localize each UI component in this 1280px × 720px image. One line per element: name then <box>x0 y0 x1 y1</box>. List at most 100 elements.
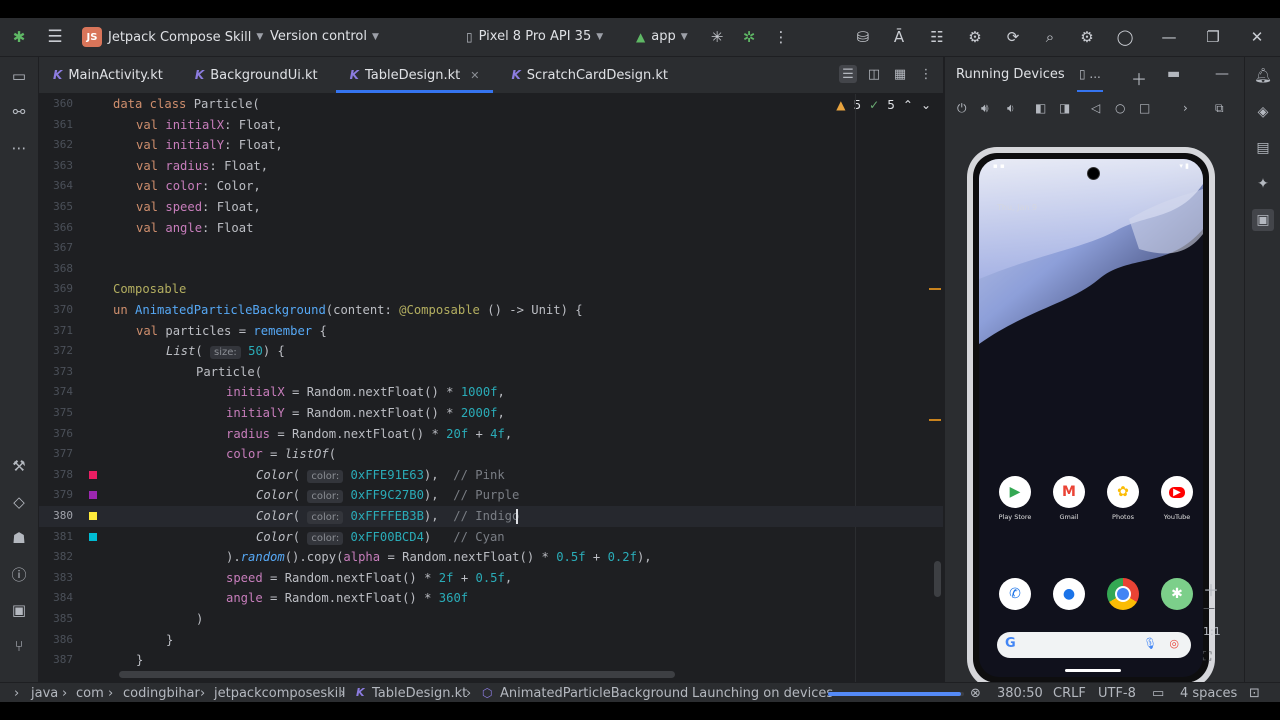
volume-down-icon[interactable]: 🔉︎ <box>1007 101 1015 116</box>
app-youtube[interactable]: ▶ YouTube <box>1155 476 1199 521</box>
structure-icon[interactable]: ⚯ <box>8 101 30 123</box>
cancel-task-icon[interactable]: ⊗ <box>970 686 981 701</box>
project-selector[interactable]: JS Jetpack Compose Skill ▼ <box>82 27 263 47</box>
app-messages[interactable]: ● <box>1047 578 1091 610</box>
settings-icon[interactable]: ⚙ <box>1076 26 1098 48</box>
lock-icon[interactable]: ⊡ <box>1249 686 1260 701</box>
main-menu-icon[interactable]: ☰ <box>44 26 66 48</box>
device-explorer-icon[interactable]: ▤ <box>1252 137 1274 159</box>
plugins-icon[interactable]: ⚙ <box>964 26 986 48</box>
design-view-icon[interactable]: ▦ <box>891 65 909 83</box>
tab-menu-icon[interactable]: ⋮ <box>917 65 935 83</box>
app-chrome[interactable] <box>1101 578 1145 610</box>
file-encoding[interactable]: UTF-8 <box>1098 686 1136 701</box>
zoom-fit-icon[interactable]: ⛶ <box>1203 649 1211 664</box>
microphone-icon[interactable]: 🎙︎ <box>1143 637 1157 650</box>
breadcrumb-item[interactable]: TableDesign.kt <box>372 686 467 701</box>
sync-icon[interactable]: ⟳ <box>1002 26 1024 48</box>
translate-icon[interactable]: Ā <box>888 26 910 48</box>
overview-icon[interactable]: □ <box>1139 101 1150 115</box>
vcs-selector[interactable]: Version control ▼ <box>270 29 379 44</box>
zoom-in-icon[interactable]: ＋ <box>1203 577 1219 601</box>
git-icon[interactable]: ⑂ <box>8 635 30 657</box>
wallpaper <box>979 159 1203 419</box>
color-swatch[interactable] <box>89 512 97 520</box>
panel-title: Running Devices <box>956 67 1065 82</box>
app-photos[interactable]: ✿ Photos <box>1101 476 1145 521</box>
more-tools-icon[interactable]: ⋯ <box>8 137 30 159</box>
screenshot-icon[interactable]: ⧉ <box>1215 101 1224 116</box>
more-chevron-icon[interactable]: › <box>1183 101 1188 115</box>
build-icon[interactable]: ⚒ <box>8 455 30 477</box>
breadcrumb-item[interactable]: AnimatedParticleBackground <box>500 686 688 701</box>
close-tab-icon[interactable]: ✕ <box>470 69 479 82</box>
device-screen[interactable]: ▪ ▪ ▾ ▮ Thu, Jan 9 ▶ Play Store M Gmail … <box>979 159 1203 677</box>
tab-scratchcarddesign[interactable]: K ScratchCardDesign.kt <box>497 57 682 93</box>
notifications-icon[interactable]: 🔔︎ <box>1252 65 1274 87</box>
debug-icon[interactable]: ✲ <box>738 26 760 48</box>
code-view-icon[interactable]: ☰ <box>839 65 857 83</box>
power-icon[interactable]: ⏻ <box>957 101 967 116</box>
breadcrumb-item[interactable]: jetpackcomposeskill <box>214 686 345 701</box>
caret-position[interactable]: 380:50 <box>997 686 1043 701</box>
logcat-icon[interactable]: ☗ <box>8 527 30 549</box>
home-icon[interactable]: ○ <box>1115 101 1125 115</box>
vertical-scrollbar[interactable] <box>934 561 941 597</box>
zoom-out-icon[interactable]: — <box>1203 601 1215 615</box>
app-play-store[interactable]: ▶ Play Store <box>993 476 1037 521</box>
indent-setting[interactable]: 4 spaces <box>1180 686 1237 701</box>
tab-label: BackgroundUi.kt <box>210 67 318 83</box>
add-device-icon[interactable]: ＋ <box>1131 66 1147 90</box>
restore-icon[interactable]: ❐ <box>1202 26 1224 48</box>
lens-icon[interactable]: ◎ <box>1169 637 1179 650</box>
readonly-toggle-icon[interactable]: ▭ <box>1152 686 1164 701</box>
breadcrumb-chevron: › <box>108 686 114 701</box>
color-swatch[interactable] <box>89 470 97 479</box>
horizontal-scrollbar[interactable] <box>119 671 675 678</box>
app-phone[interactable]: ✆ <box>993 578 1037 610</box>
run-config-selector[interactable]: ▲ app ▼ <box>636 29 688 44</box>
split-view-icon[interactable]: ◫ <box>865 65 883 83</box>
running-devices-icon[interactable]: ▣ <box>1252 209 1274 231</box>
color-swatch[interactable] <box>89 532 97 541</box>
app-gmail[interactable]: M Gmail <box>1047 476 1091 521</box>
rotate-left-icon[interactable]: ◧ <box>1035 101 1046 115</box>
color-swatch[interactable] <box>89 491 97 500</box>
layout-icon[interactable]: ▬ <box>1167 66 1180 82</box>
zoom-actual-size[interactable]: 1:1 <box>1203 625 1221 638</box>
tab-mainactivity[interactable]: K MainActivity.kt <box>39 57 177 93</box>
background-task-label[interactable]: Launching on devices <box>692 686 833 701</box>
project-folder-icon[interactable]: ▭ <box>8 65 30 87</box>
date-widget[interactable]: Thu, Jan 9 <box>997 203 1037 212</box>
search-icon[interactable]: ⌕ <box>1039 26 1061 48</box>
tab-backgroundui[interactable]: K BackgroundUi.kt <box>181 57 332 93</box>
gradle-icon[interactable]: ◈ <box>1252 101 1274 123</box>
rotate-right-icon[interactable]: ◨ <box>1059 101 1070 115</box>
close-icon[interactable]: ✕ <box>1246 26 1268 48</box>
terminal-icon[interactable]: ▣ <box>8 599 30 621</box>
gemini-icon[interactable]: ✦ <box>1252 173 1274 195</box>
app-android[interactable]: ✱ <box>1155 578 1199 610</box>
tasks-icon[interactable]: ☷ <box>926 26 948 48</box>
volume-up-icon[interactable]: 🔊︎ <box>981 101 989 116</box>
breadcrumb-item[interactable]: java <box>31 686 58 701</box>
minimize-icon[interactable]: — <box>1158 26 1180 48</box>
google-search-bar[interactable]: G 🎙︎ ◎ <box>997 632 1191 658</box>
line-separator[interactable]: CRLF <box>1053 686 1086 701</box>
breadcrumb-item[interactable]: com <box>76 686 104 701</box>
project-name: Jetpack Compose Skill <box>108 29 252 45</box>
more-icon[interactable]: ⋮ <box>770 26 792 48</box>
gem-icon[interactable]: ◇ <box>8 491 30 513</box>
code-line: 371 val particles = remember { <box>53 323 327 338</box>
hide-panel-icon[interactable]: — <box>1215 66 1229 82</box>
tab-tabledesign[interactable]: K TableDesign.kt ✕ <box>335 57 494 93</box>
breadcrumb-item[interactable]: codingbihar <box>123 686 200 701</box>
problems-icon[interactable]: ⓘ <box>8 563 30 585</box>
device-tab[interactable]: ▯ ... <box>1077 67 1103 92</box>
gesture-bar[interactable] <box>1065 669 1121 672</box>
device-selector[interactable]: ▯ Pixel 8 Pro API 35 ▼ <box>466 29 603 44</box>
device-manager-icon[interactable]: ⛁ <box>852 26 874 48</box>
back-icon[interactable]: ◁ <box>1091 101 1100 115</box>
account-icon[interactable]: ◯ <box>1114 26 1136 48</box>
code-editor[interactable]: ▲ 5 ✓ 5 ⌃ ⌄ 360 data class Particle( 361 val… <box>39 94 943 682</box>
